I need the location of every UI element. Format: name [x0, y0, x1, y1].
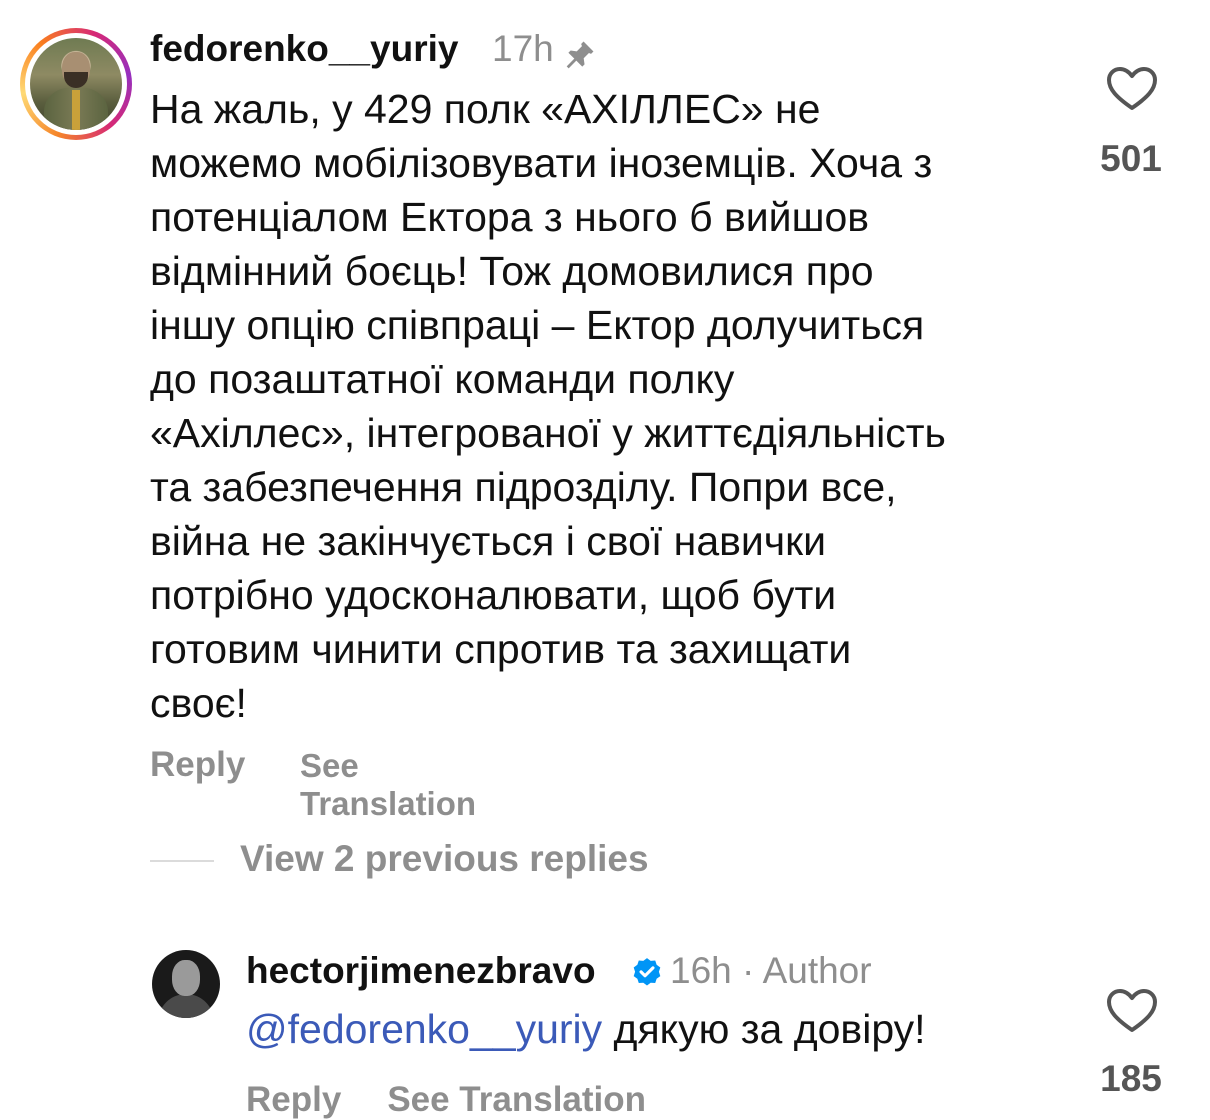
- avatar-beard: [64, 72, 88, 88]
- comment-line: іншу опцію співпраці – Ектор долучиться: [150, 302, 925, 348]
- avatar-story-ring[interactable]: [20, 28, 132, 140]
- comment-time: 17h: [492, 28, 554, 69]
- comment-text: На жаль, у 429 полк «АХІЛЛЕС» не можемо …: [150, 82, 1070, 730]
- see-translation-button[interactable]: See Translation: [387, 1080, 646, 1119]
- comment-line: до позаштатної команди полку: [150, 356, 735, 402]
- replies-divider: [150, 860, 214, 862]
- reply-button[interactable]: Reply: [246, 1080, 341, 1119]
- like-heart-icon[interactable]: [1106, 66, 1158, 112]
- comment-line: готовим чинити спротив та захищати: [150, 626, 852, 672]
- comment-line: можемо мобілізовувати іноземців. Хоча з: [150, 140, 933, 186]
- avatar[interactable]: [30, 38, 122, 130]
- reply-actions: Reply See Translation: [246, 1080, 646, 1120]
- reply-like-heart-icon[interactable]: [1106, 988, 1158, 1034]
- avatar-head: [172, 960, 200, 996]
- comment-line: війна не закінчується і свої навички: [150, 518, 826, 564]
- verified-badge-icon: [633, 958, 661, 986]
- avatar-strap: [72, 90, 80, 130]
- comment-line: своє!: [150, 680, 247, 726]
- comment-line: відмінний боєць! Тож домовилися про: [150, 248, 874, 294]
- view-previous-replies-button[interactable]: View 2 previous replies: [240, 838, 649, 880]
- mention-link[interactable]: @fedorenko__yuriy: [246, 1006, 602, 1052]
- comment-line: потрібно удосконалювати, щоб бути: [150, 572, 837, 618]
- comment-line: та забезпечення підрозділу. Попри все,: [150, 464, 897, 510]
- reply-time-author: 16h · Author: [670, 950, 872, 991]
- reply-avatar[interactable]: [152, 950, 220, 1018]
- reply-like-count: 185: [1100, 1058, 1162, 1099]
- like-count: 501: [1100, 138, 1162, 179]
- comment-line: На жаль, у 429 полк «АХІЛЛЕС» не: [150, 86, 821, 132]
- comment-line: «Ахіллес», інтегрованої у життєдіяльніст…: [150, 410, 946, 456]
- reply-username[interactable]: hectorjimenezbravo: [246, 950, 596, 992]
- see-translation-button[interactable]: See Translation: [300, 747, 476, 823]
- comment-line: потенціалом Ектора з нього б вийшов: [150, 194, 870, 240]
- reply-button[interactable]: Reply: [150, 745, 245, 785]
- avatar-body: [158, 994, 214, 1018]
- reply-text: @fedorenko__yuriy дякую за довіру!: [246, 1006, 926, 1053]
- comment-username[interactable]: fedorenko__yuriy: [150, 28, 458, 70]
- pin-icon: [566, 41, 594, 69]
- reply-message: дякую за довіру!: [602, 1006, 926, 1052]
